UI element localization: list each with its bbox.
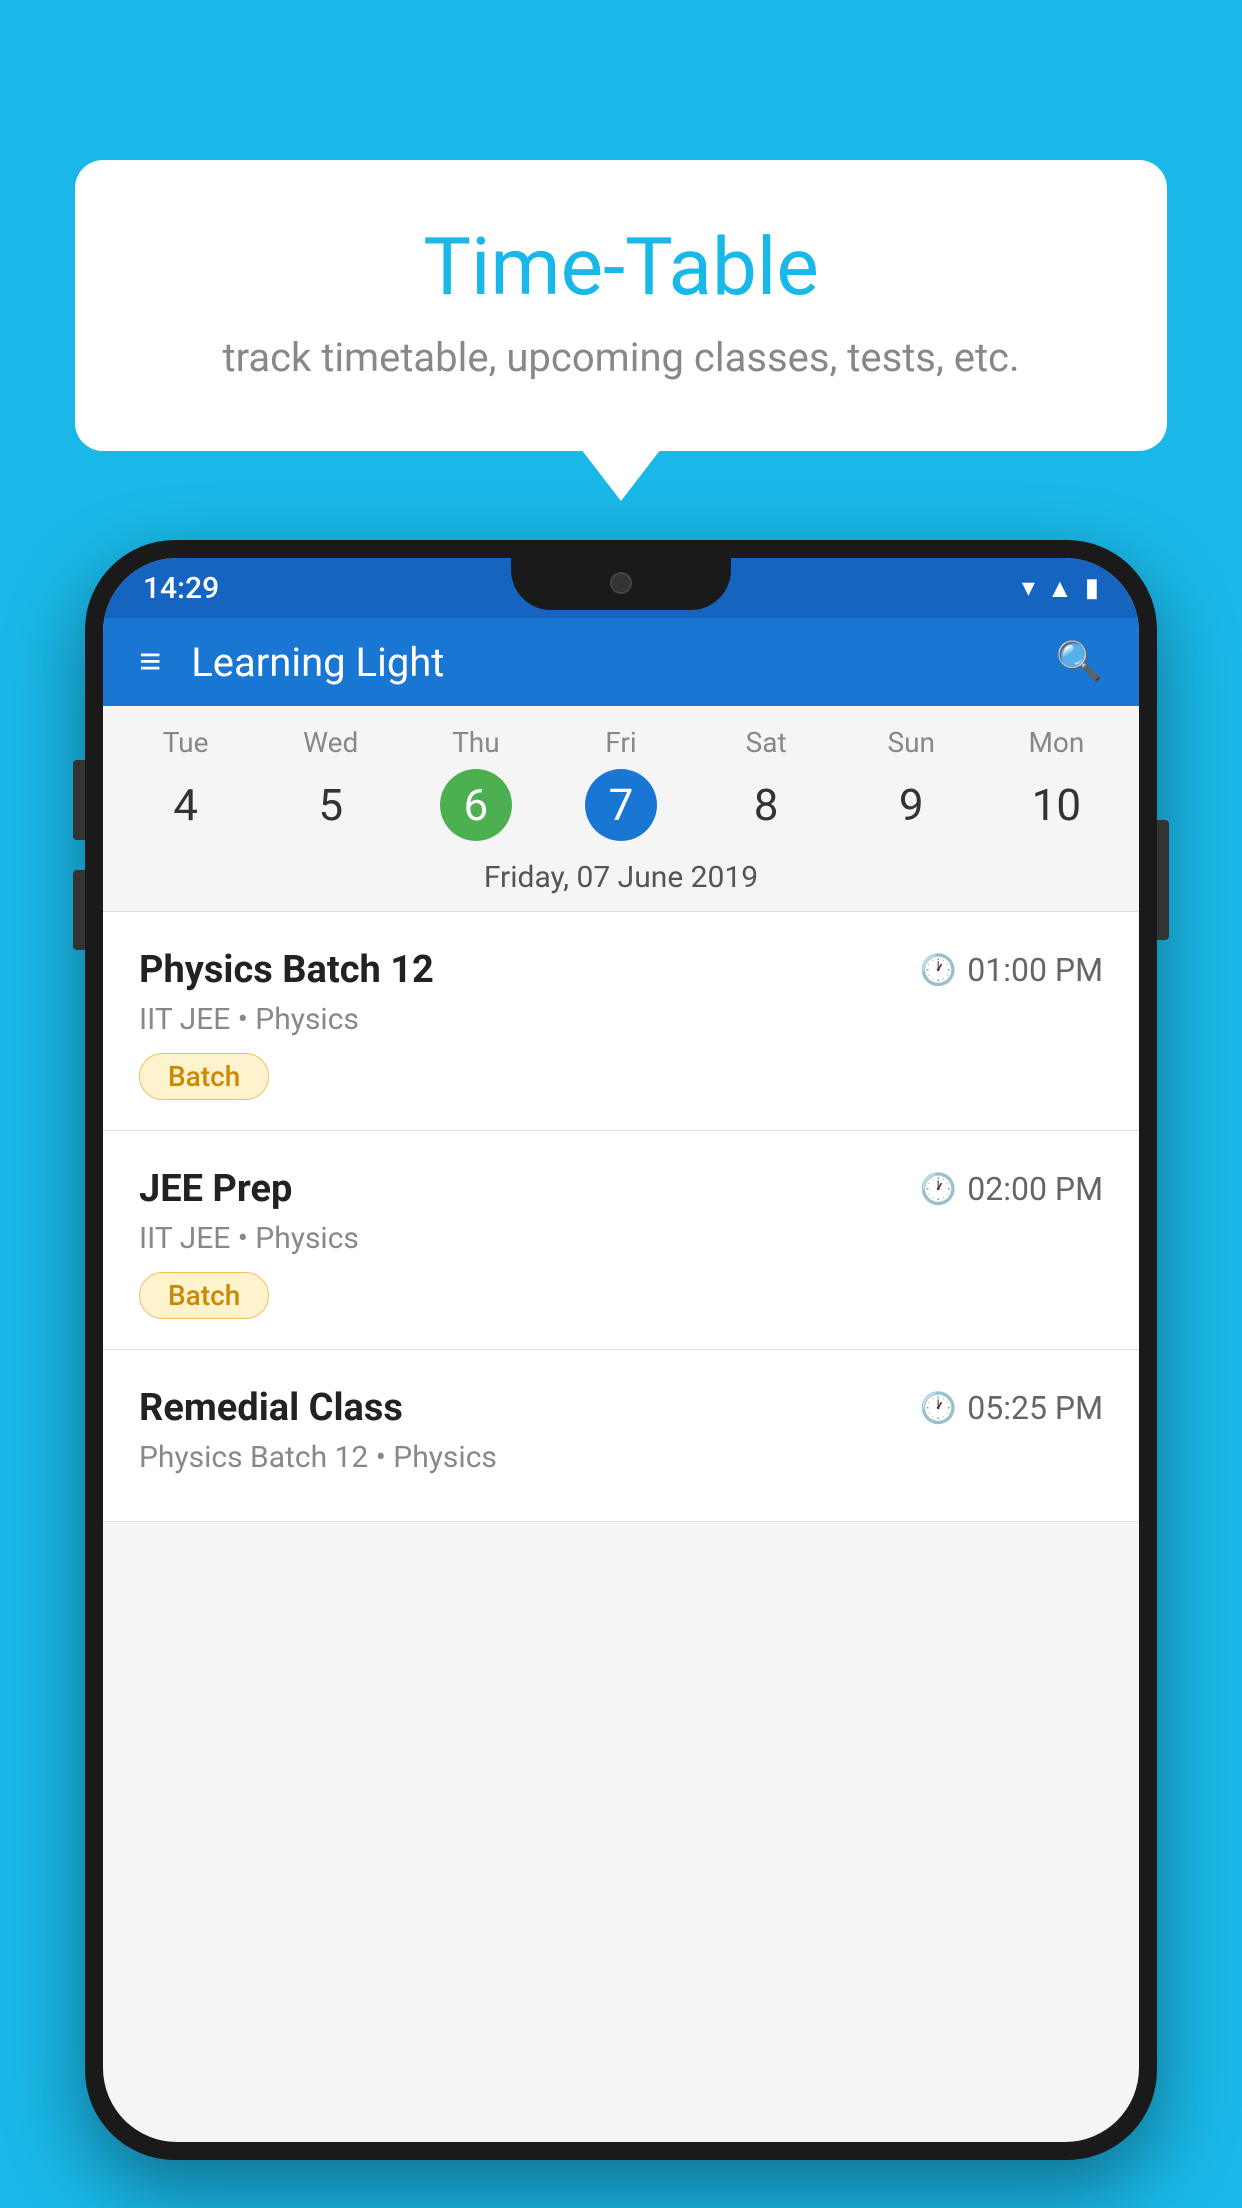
front-camera xyxy=(610,572,632,594)
calendar-day-sat[interactable]: Sat 8 xyxy=(694,726,839,841)
day-number-sat: 8 xyxy=(730,769,802,841)
day-name-sat: Sat xyxy=(694,726,839,759)
power-button xyxy=(1157,820,1169,940)
day-name-fri: Fri xyxy=(548,726,693,759)
bubble-title: Time-Table xyxy=(135,220,1107,314)
day-number-sun: 9 xyxy=(875,769,947,841)
status-icons: ▾ ▲ ▮ xyxy=(1022,573,1099,604)
day-name-mon: Mon xyxy=(984,726,1129,759)
wifi-icon: ▾ xyxy=(1022,573,1035,603)
item-2-badge: Batch xyxy=(139,1272,269,1319)
volume-down-button xyxy=(73,870,85,950)
volume-up-button xyxy=(73,760,85,840)
clock-icon-1: 🕐 xyxy=(920,953,957,988)
schedule-item-3[interactable]: Remedial Class 🕐 05:25 PM Physics Batch … xyxy=(103,1350,1139,1522)
schedule-item-2[interactable]: JEE Prep 🕐 02:00 PM IIT JEE • Physics Ba… xyxy=(103,1131,1139,1350)
clock-icon-3: 🕐 xyxy=(920,1391,957,1426)
day-name-sun: Sun xyxy=(839,726,984,759)
calendar-day-wed[interactable]: Wed 5 xyxy=(258,726,403,841)
speech-bubble: Time-Table track timetable, upcoming cla… xyxy=(75,160,1167,451)
item-1-subtitle: IIT JEE • Physics xyxy=(139,1002,1103,1037)
clock-icon-2: 🕐 xyxy=(920,1172,957,1207)
item-3-name: Remedial Class xyxy=(139,1386,403,1430)
app-bar-title: Learning Light xyxy=(191,639,1025,686)
day-number-fri: 7 xyxy=(585,769,657,841)
item-1-badge: Batch xyxy=(139,1053,269,1100)
phone-notch xyxy=(511,558,731,610)
app-bar: ≡ Learning Light 🔍 xyxy=(103,618,1139,706)
item-1-header: Physics Batch 12 🕐 01:00 PM xyxy=(139,948,1103,992)
item-3-time: 🕐 05:25 PM xyxy=(920,1389,1103,1427)
day-number-thu: 6 xyxy=(440,769,512,841)
search-icon[interactable]: 🔍 xyxy=(1056,640,1103,684)
item-2-subtitle: IIT JEE • Physics xyxy=(139,1221,1103,1256)
item-3-header: Remedial Class 🕐 05:25 PM xyxy=(139,1386,1103,1430)
day-number-wed: 5 xyxy=(295,769,367,841)
item-1-name: Physics Batch 12 xyxy=(139,948,434,992)
calendar-day-sun[interactable]: Sun 9 xyxy=(839,726,984,841)
schedule-item-1[interactable]: Physics Batch 12 🕐 01:00 PM IIT JEE • Ph… xyxy=(103,912,1139,1131)
item-3-subtitle: Physics Batch 12 • Physics xyxy=(139,1440,1103,1475)
day-number-mon: 10 xyxy=(1020,769,1092,841)
phone-mockup: 14:29 ▾ ▲ ▮ ≡ Learning Light 🔍 Tue 4 xyxy=(85,540,1157,2160)
calendar-section: Tue 4 Wed 5 Thu 6 Fri 7 xyxy=(103,706,1139,912)
day-name-thu: Thu xyxy=(403,726,548,759)
day-number-tue: 4 xyxy=(150,769,222,841)
status-time: 14:29 xyxy=(143,571,219,606)
day-name-wed: Wed xyxy=(258,726,403,759)
battery-icon: ▮ xyxy=(1085,573,1099,603)
item-2-header: JEE Prep 🕐 02:00 PM xyxy=(139,1167,1103,1211)
selected-date-label: Friday, 07 June 2019 xyxy=(103,846,1139,912)
item-2-time: 🕐 02:00 PM xyxy=(920,1170,1103,1208)
item-1-time: 🕐 01:00 PM xyxy=(920,951,1103,989)
calendar-days-header: Tue 4 Wed 5 Thu 6 Fri 7 xyxy=(103,706,1139,846)
calendar-day-thu[interactable]: Thu 6 xyxy=(403,726,548,841)
schedule-list: Physics Batch 12 🕐 01:00 PM IIT JEE • Ph… xyxy=(103,912,1139,1522)
phone-screen: 14:29 ▾ ▲ ▮ ≡ Learning Light 🔍 Tue 4 xyxy=(103,558,1139,2142)
item-2-name: JEE Prep xyxy=(139,1167,292,1211)
calendar-day-fri[interactable]: Fri 7 xyxy=(548,726,693,841)
calendar-day-tue[interactable]: Tue 4 xyxy=(113,726,258,841)
day-name-tue: Tue xyxy=(113,726,258,759)
menu-icon[interactable]: ≡ xyxy=(139,640,161,684)
phone-body: 14:29 ▾ ▲ ▮ ≡ Learning Light 🔍 Tue 4 xyxy=(85,540,1157,2160)
bubble-subtitle: track timetable, upcoming classes, tests… xyxy=(135,334,1107,381)
calendar-day-mon[interactable]: Mon 10 xyxy=(984,726,1129,841)
signal-icon: ▲ xyxy=(1047,573,1073,604)
